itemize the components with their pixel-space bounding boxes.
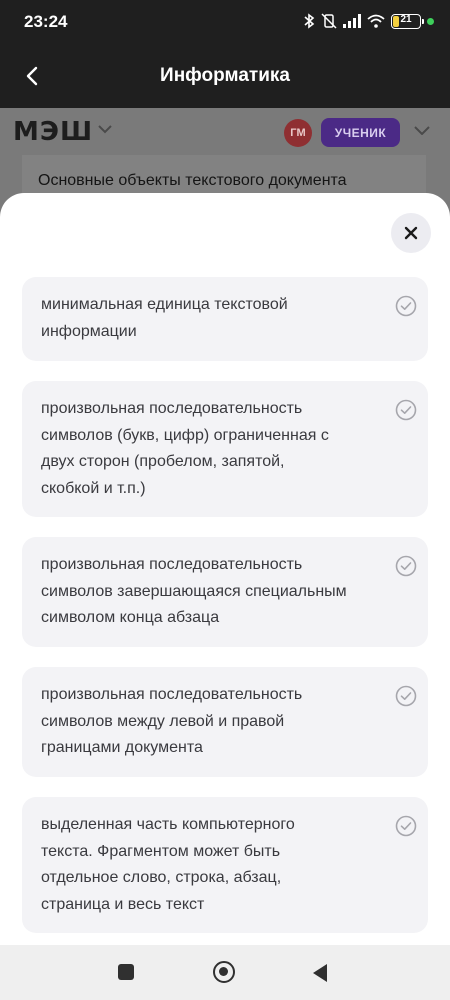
answer-option-text: произвольная последовательность символов…	[41, 686, 303, 756]
avatar: ГМ	[284, 119, 312, 147]
chevron-down-icon	[98, 125, 112, 134]
answer-option-text: произвольная последовательность символов…	[41, 400, 329, 497]
check-circle-icon	[395, 399, 417, 421]
system-nav-bar	[0, 945, 450, 1000]
answer-option-text: произвольная последовательность символов…	[41, 556, 347, 626]
close-icon	[404, 226, 418, 240]
recent-apps-button[interactable]	[118, 964, 134, 980]
mesh-logo: МЭШ	[13, 117, 94, 147]
status-bar: 23:24 21	[0, 0, 450, 44]
chevron-down-icon	[414, 126, 430, 135]
answer-option-text: минимальная единица текстовой информации	[41, 296, 288, 340]
answer-option[interactable]: произвольная последовательность символов…	[22, 537, 428, 647]
privacy-indicator-dot	[427, 17, 434, 25]
status-time: 23:24	[24, 12, 68, 31]
answer-option[interactable]: произвольная последовательность символов…	[22, 667, 428, 777]
bluetooth-icon	[304, 13, 315, 29]
document-title: Основные объекты текстового документа	[38, 172, 347, 189]
home-button[interactable]	[213, 961, 235, 983]
wifi-icon	[367, 14, 385, 28]
battery-level: 21	[400, 13, 412, 25]
battery-icon: 21	[391, 13, 424, 29]
answer-option[interactable]: произвольная последовательность символов…	[22, 381, 428, 517]
mute-vibrate-icon	[321, 13, 337, 29]
close-button[interactable]	[391, 213, 431, 253]
answer-option-text: выделенная часть компьютерного текста. Ф…	[41, 816, 295, 913]
answer-option[interactable]: минимальная единица текстовой информации	[22, 277, 428, 361]
page-title: Информатика	[160, 65, 290, 86]
answer-option[interactable]: выделенная часть компьютерного текста. Ф…	[22, 797, 428, 933]
check-circle-icon	[395, 295, 417, 317]
nav-back-button[interactable]	[311, 963, 329, 983]
signal-icon	[343, 14, 361, 28]
mesh-header: МЭШ ГМ УЧЕНИК	[0, 108, 450, 156]
app-bar: Информатика	[0, 44, 450, 108]
answer-sheet: минимальная единица текстовой информации…	[0, 193, 450, 945]
status-icons: 21	[303, 13, 434, 29]
check-circle-icon	[395, 555, 417, 577]
check-circle-icon	[395, 685, 417, 707]
role-badge: УЧЕНИК	[321, 118, 400, 147]
check-circle-icon	[395, 815, 417, 837]
